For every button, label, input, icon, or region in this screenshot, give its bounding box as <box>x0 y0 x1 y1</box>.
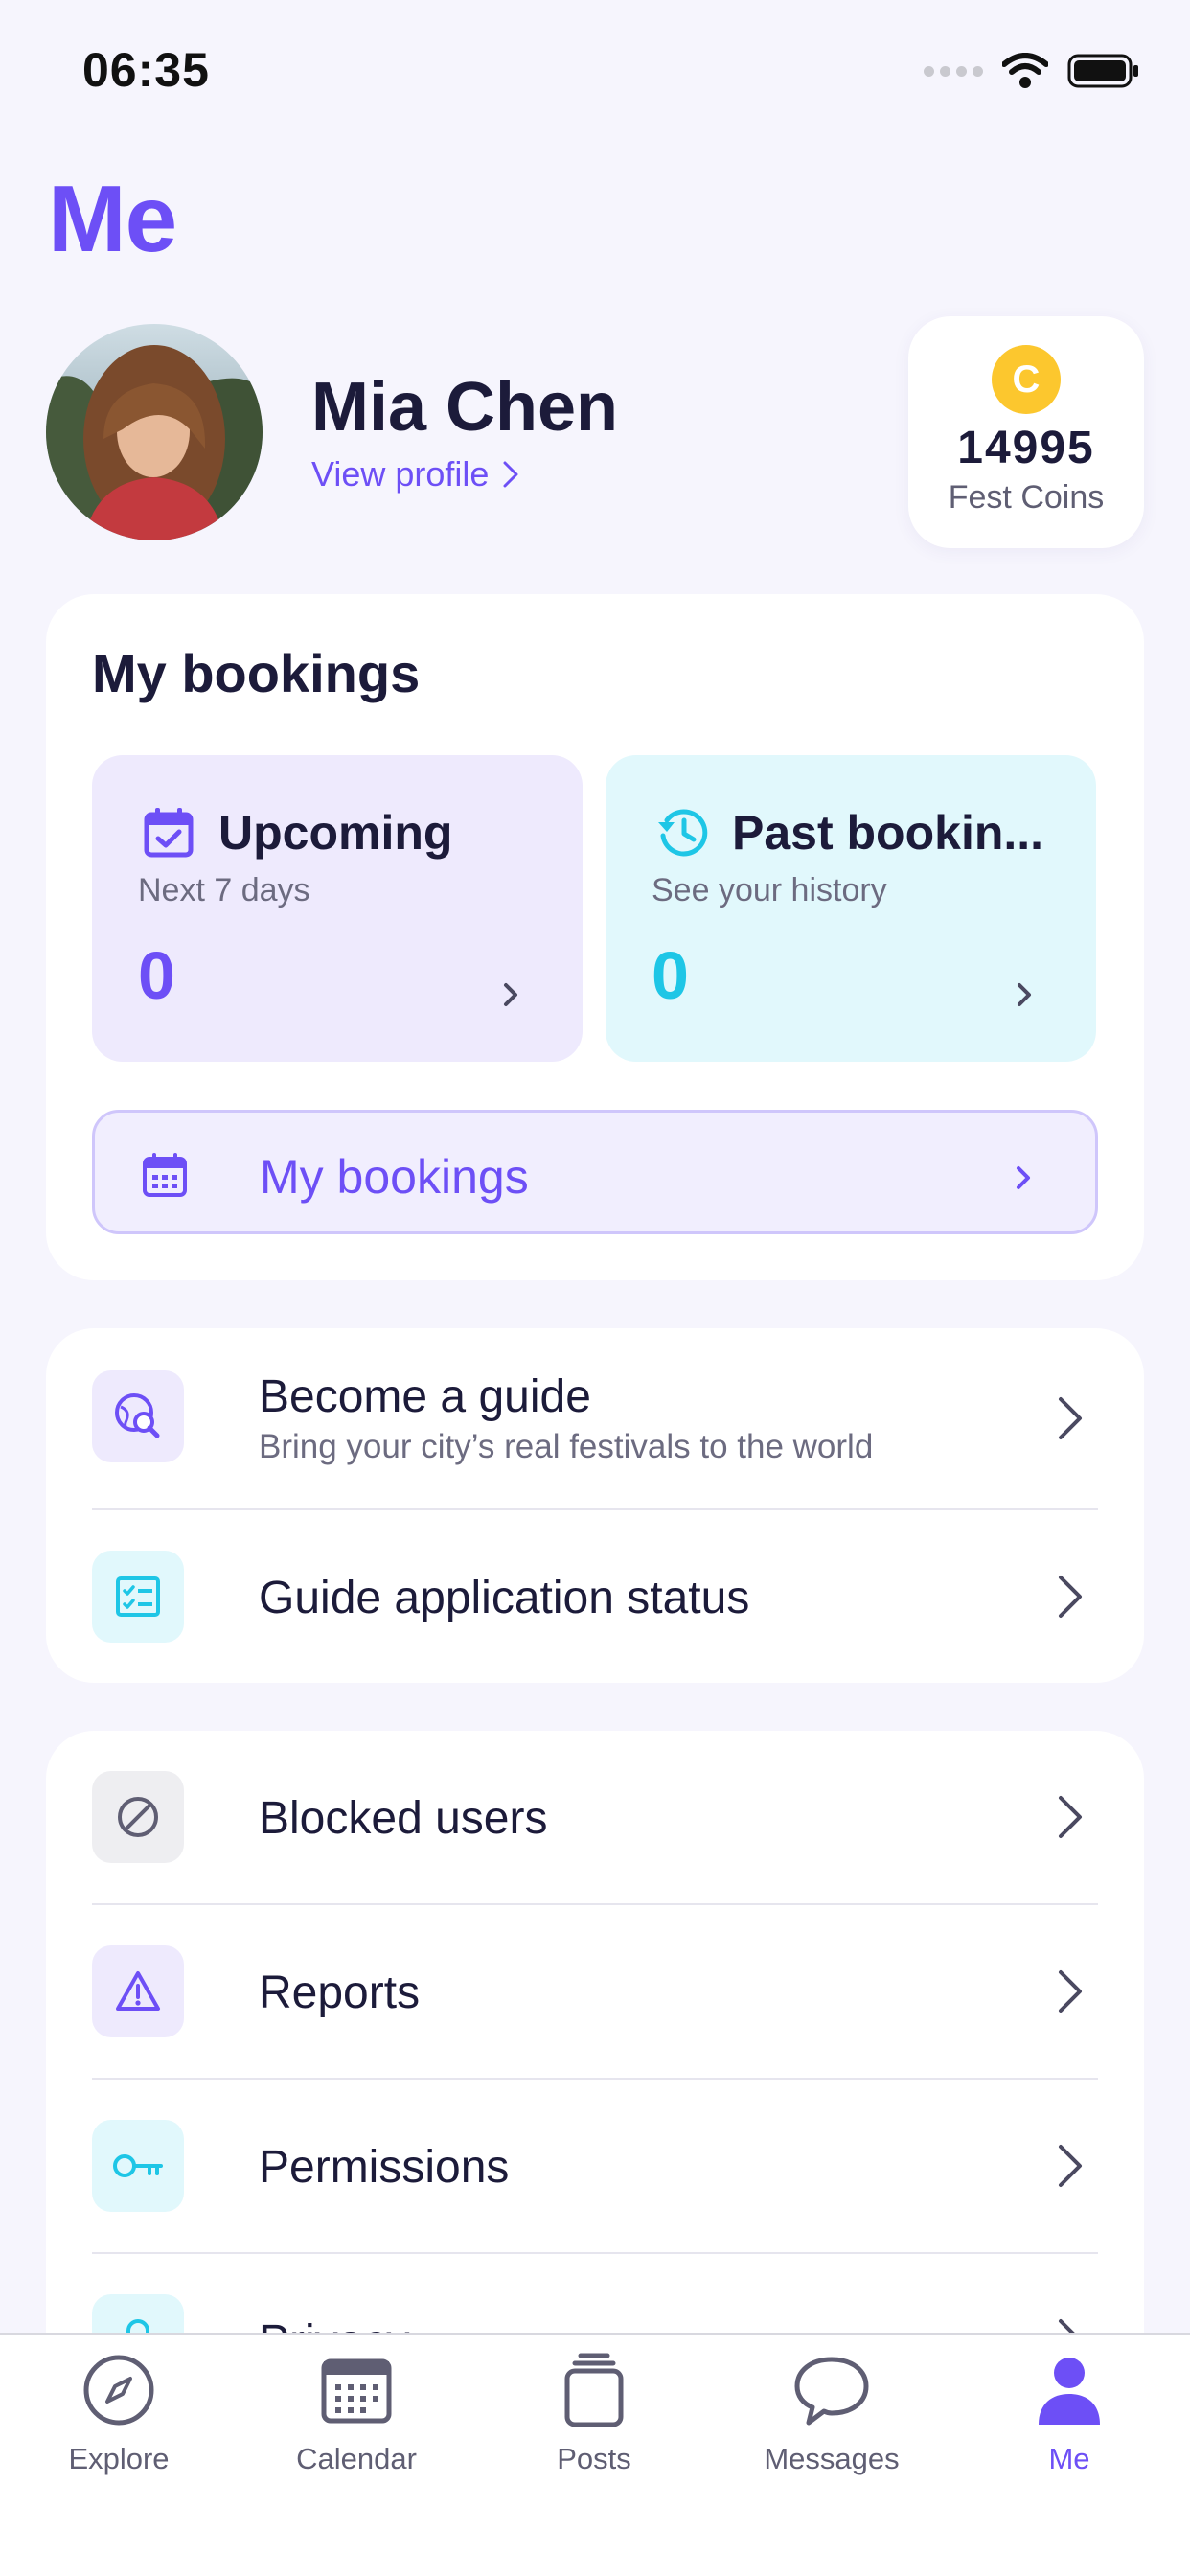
tab-posts[interactable]: Posts <box>475 2334 713 2526</box>
status-time: 06:35 <box>82 43 210 97</box>
chevron-right-icon <box>1059 1576 1082 1618</box>
coins-value: 14995 <box>957 423 1095 473</box>
blocked-users-title: Blocked users <box>259 1793 548 1844</box>
chevron-right-icon <box>1017 1166 1030 1189</box>
reports-row[interactable]: Reports <box>92 1945 1098 2037</box>
key-icon <box>92 2120 184 2212</box>
chevron-right-icon <box>1059 2145 1082 2187</box>
chat-icon <box>794 2357 869 2426</box>
tab-me[interactable]: Me <box>950 2334 1188 2526</box>
become-guide-row[interactable]: Become a guide Bring your city’s real fe… <box>92 1370 1098 1466</box>
chevron-right-icon <box>1059 1796 1082 1838</box>
tab-messages-label: Messages <box>764 2442 900 2475</box>
divider <box>92 1508 1098 1510</box>
past-count: 0 <box>652 938 689 1013</box>
checklist-icon <box>92 1551 184 1643</box>
avatar[interactable] <box>46 324 263 540</box>
tab-calendar[interactable]: Calendar <box>238 2334 475 2526</box>
chevron-right-icon <box>1059 1970 1082 2012</box>
status-bar: 06:35 <box>0 0 1190 144</box>
wifi-icon <box>1002 53 1048 88</box>
tab-explore-label: Explore <box>68 2442 170 2475</box>
permissions-title: Permissions <box>259 2142 510 2193</box>
fest-coins-card[interactable]: C 14995 Fest Coins <box>908 316 1144 548</box>
tab-explore[interactable]: Explore <box>0 2334 238 2526</box>
permissions-row[interactable]: Permissions <box>92 2120 1098 2212</box>
chevron-right-icon <box>504 983 517 1006</box>
divider <box>92 1903 1098 1905</box>
chevron-right-icon <box>1018 983 1031 1006</box>
upcoming-title: Upcoming <box>218 806 453 860</box>
chevron-right-icon <box>1059 1397 1082 1439</box>
status-icons <box>924 50 1140 92</box>
warning-icon <box>92 1945 184 2037</box>
page-title: Me <box>48 166 177 271</box>
chevron-right-icon <box>503 461 518 488</box>
calendar-icon <box>321 2358 392 2424</box>
past-title: Past bookin... <box>732 806 1044 860</box>
guide-card: Become a guide Bring your city’s real fe… <box>46 1328 1144 1683</box>
blocked-users-row[interactable]: Blocked users <box>92 1771 1098 1863</box>
bookings-card: My bookings Upcoming Next 7 days 0 Past … <box>46 594 1144 1280</box>
become-guide-title: Become a guide <box>259 1371 591 1422</box>
person-icon <box>1039 2358 1100 2425</box>
tab-posts-label: Posts <box>557 2442 631 2475</box>
view-profile-link[interactable]: View profile <box>311 454 519 494</box>
guide-status-title: Guide application status <box>259 1573 750 1623</box>
reports-title: Reports <box>259 1967 421 2018</box>
globe-search-icon <box>92 1370 184 1462</box>
calendar-check-icon <box>144 808 194 858</box>
compass-icon <box>83 2355 154 2426</box>
tab-calendar-label: Calendar <box>296 2442 417 2475</box>
profile-name: Mia Chen <box>311 369 619 446</box>
battery-icon <box>1067 54 1138 88</box>
guide-application-status-row[interactable]: Guide application status <box>92 1551 1098 1643</box>
past-bookings-tile[interactable]: Past bookin... See your history 0 <box>606 755 1096 1062</box>
coins-label: Fest Coins <box>948 479 1105 516</box>
bookings-title: My bookings <box>92 643 421 703</box>
divider <box>92 2078 1098 2080</box>
tab-me-label: Me <box>1048 2442 1090 2475</box>
tab-messages[interactable]: Messages <box>713 2334 950 2526</box>
view-profile-label: View profile <box>311 454 490 494</box>
history-icon <box>658 809 708 857</box>
cellular-signal-icon <box>924 65 983 77</box>
coin-icon: C <box>992 345 1061 414</box>
past-subtitle: See your history <box>652 872 887 908</box>
tab-bar: Explore Calendar Posts Messages Me <box>0 2333 1190 2576</box>
calendar-icon <box>143 1153 187 1197</box>
posts-icon <box>564 2353 624 2427</box>
upcoming-subtitle: Next 7 days <box>138 872 310 908</box>
divider <box>92 2252 1098 2254</box>
my-bookings-button[interactable]: My bookings <box>92 1110 1098 1234</box>
upcoming-count: 0 <box>138 938 175 1013</box>
block-icon <box>92 1771 184 1863</box>
upcoming-bookings-tile[interactable]: Upcoming Next 7 days 0 <box>92 755 583 1062</box>
become-guide-subtitle: Bring your city’s real festivals to the … <box>259 1428 874 1465</box>
my-bookings-label: My bookings <box>260 1150 529 1204</box>
